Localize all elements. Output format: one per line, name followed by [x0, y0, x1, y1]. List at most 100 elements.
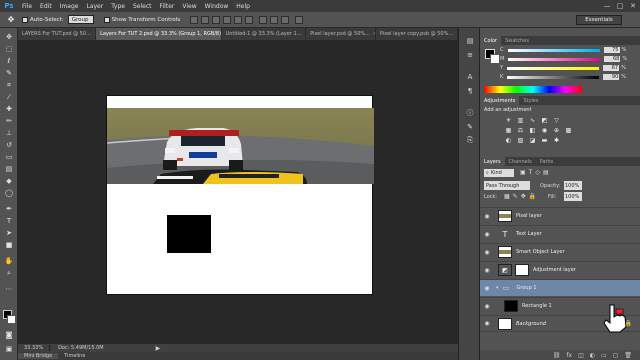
slider-track[interactable] — [507, 75, 600, 79]
align-bottom-icon[interactable] — [212, 15, 221, 24]
curves-icon[interactable]: ∿ — [528, 116, 537, 124]
yellow-value-field[interactable]: 67 — [603, 65, 620, 71]
menu-layer[interactable]: Layer — [82, 3, 107, 10]
distribute-2-icon[interactable] — [270, 15, 279, 24]
slider-track[interactable] — [507, 48, 600, 52]
fx-icon[interactable]: fx — [566, 352, 572, 359]
slider-track[interactable] — [507, 66, 600, 70]
tab-swatches[interactable]: Swatches — [501, 36, 533, 45]
selective-color-icon[interactable]: ✱ — [552, 136, 561, 144]
type-tool-icon[interactable]: T — [3, 216, 15, 226]
tab-pixel-layer-copy[interactable]: Pixel layer copy.psb @ 50%...✕ — [376, 28, 458, 40]
hand-tool-icon[interactable]: ✋ — [3, 256, 15, 266]
levels-icon[interactable]: ▥ — [516, 116, 525, 124]
menu-view[interactable]: View — [178, 3, 200, 10]
delete-layer-icon[interactable]: 🗑 — [624, 352, 632, 359]
layer-name[interactable]: Background — [516, 321, 546, 327]
screen-mode-icon[interactable]: ▣ — [3, 344, 15, 354]
tab-layers[interactable]: Layers — [480, 157, 505, 166]
marquee-tool-icon[interactable]: ⬚ — [3, 44, 15, 54]
properties-icon[interactable]: ≡ — [465, 50, 475, 59]
brush-presets-icon[interactable]: ✎ — [465, 122, 475, 131]
layer-mask-thumbnail[interactable] — [515, 264, 529, 276]
cyan-value-field[interactable]: 75 — [603, 47, 620, 53]
add-mask-icon[interactable]: ◫ — [578, 352, 584, 359]
tab-layers-for-tut[interactable]: LAYERS For TUT.psd @ 50...✕ — [18, 28, 97, 40]
brush-tool-icon[interactable]: ✏ — [3, 116, 15, 126]
distribute-3-icon[interactable] — [281, 15, 290, 24]
tab-untitled-1[interactable]: Untitled-1 @ 33.3% (Layer 1...✕ — [222, 28, 307, 40]
black-rectangle-shape[interactable] — [167, 215, 211, 253]
layer-name[interactable]: Smart Object Layer — [516, 249, 565, 255]
layer-row-text[interactable]: ◉ T Text Layer — [480, 225, 640, 242]
healing-tool-icon[interactable]: ✚ — [3, 104, 15, 114]
background-color-swatch[interactable] — [7, 315, 16, 324]
lock-icons[interactable]: ▦✎✥🔒 — [504, 193, 539, 200]
magenta-value-field[interactable]: 68 — [604, 56, 621, 62]
menu-edit[interactable]: Edit — [36, 3, 56, 10]
history-brush-tool-icon[interactable]: ↺ — [3, 140, 15, 150]
new-group-icon[interactable]: ▭ — [601, 352, 607, 359]
dodge-tool-icon[interactable]: ◯ — [3, 188, 15, 198]
menu-filter[interactable]: Filter — [156, 3, 179, 10]
visibility-eye-icon[interactable]: ◉ — [480, 320, 494, 327]
gradient-tool-icon[interactable]: ▤ — [3, 164, 15, 174]
new-adjustment-icon[interactable]: ◐ — [590, 352, 595, 359]
quick-mask-icon[interactable]: ◙ — [3, 330, 15, 340]
align-top-icon[interactable] — [190, 15, 199, 24]
menu-window[interactable]: Window — [201, 3, 233, 10]
link-layers-icon[interactable]: ⛓ — [553, 352, 561, 359]
color-spectrum[interactable] — [484, 86, 582, 93]
menu-image[interactable]: Image — [56, 3, 83, 10]
layer-row-pixel[interactable]: ◉ Pixel layer — [480, 207, 640, 224]
layer-filter-icons[interactable]: ▣T◇▤ — [520, 169, 552, 176]
status-arrow-icon[interactable]: ▶ — [156, 345, 161, 352]
visibility-eye-icon[interactable]: ◉ — [480, 249, 494, 256]
menu-help[interactable]: Help — [232, 3, 254, 10]
channel-mixer-icon[interactable]: ⊕ — [552, 126, 561, 134]
auto-select-dropdown[interactable]: Group — [67, 15, 94, 24]
layer-row-adjustment[interactable]: ◉ ◩ Adjustment layer — [480, 261, 640, 278]
menu-file[interactable]: File — [18, 3, 36, 10]
vibrance-icon[interactable]: ▽ — [552, 116, 561, 124]
photo-filter-icon[interactable]: ◉ — [540, 126, 549, 134]
tab-adjustments[interactable]: Adjustments — [480, 96, 520, 105]
info-icon[interactable]: ⓘ — [465, 108, 475, 117]
pen-tool-icon[interactable]: ✒ — [3, 204, 15, 214]
align-center-icon[interactable] — [234, 15, 243, 24]
new-layer-icon[interactable]: ▢ — [613, 352, 619, 359]
eraser-tool-icon[interactable]: ▭ — [3, 152, 15, 162]
gradient-map-icon[interactable]: ▬ — [540, 136, 549, 144]
align-left-icon[interactable] — [223, 15, 232, 24]
history-icon[interactable]: ▤ — [465, 36, 475, 45]
opacity-field[interactable]: 100% — [564, 181, 582, 190]
layer-name[interactable]: Group 1 — [517, 285, 537, 291]
move-tool-icon[interactable]: ✥ — [3, 32, 15, 42]
background-color-chip[interactable] — [490, 54, 500, 64]
close-button[interactable]: ✕ — [628, 1, 638, 10]
color-balance-icon[interactable]: ⚖ — [516, 126, 525, 134]
layer-row-group-1[interactable]: ◉ ▾ ▭ Group 1 — [480, 279, 640, 296]
blur-tool-icon[interactable]: ◆ — [3, 176, 15, 186]
cyan-slider[interactable]: C 75 % — [500, 47, 626, 53]
expand-arrow-icon[interactable]: ▾ — [496, 285, 499, 291]
tab-mini-bridge[interactable]: Mini Bridge — [18, 353, 59, 359]
yellow-slider[interactable]: Y 67 % — [500, 65, 626, 71]
move-tool-icon[interactable]: ✥ — [6, 15, 16, 25]
threshold-icon[interactable]: ◪ — [528, 136, 537, 144]
slider-track[interactable] — [508, 57, 601, 61]
auto-select-checkbox[interactable] — [22, 16, 28, 23]
shape-tool-icon[interactable]: ■ — [3, 240, 15, 250]
zoom-tool-icon[interactable]: ⌕ — [3, 268, 15, 278]
crop-tool-icon[interactable]: ⌗ — [3, 80, 15, 90]
lasso-tool-icon[interactable]: ℓ — [3, 56, 15, 66]
menu-type[interactable]: Type — [107, 3, 129, 10]
quick-select-tool-icon[interactable]: ✎ — [3, 68, 15, 78]
maximize-button[interactable]: □ — [615, 1, 625, 10]
posterize-icon[interactable]: ▨ — [516, 136, 525, 144]
visibility-eye-icon[interactable]: ◉ — [480, 285, 494, 292]
hue-saturation-icon[interactable]: ▦ — [504, 126, 513, 134]
invert-icon[interactable]: ◐ — [504, 136, 513, 144]
black-white-icon[interactable]: ◧ — [528, 126, 537, 134]
eyedropper-tool-icon[interactable]: ⁄ — [3, 92, 15, 102]
